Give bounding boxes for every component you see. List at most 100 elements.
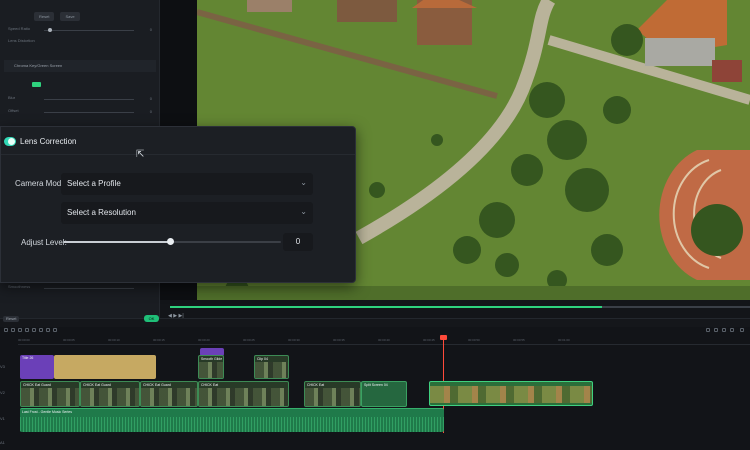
clip-label: CHICK Eat Guard	[83, 383, 111, 387]
property-value: 0	[149, 96, 152, 101]
settings-icon[interactable]	[730, 328, 734, 332]
property-row[interactable]: Smoothness	[8, 284, 152, 292]
property-row[interactable]: Speed Ratio 0	[8, 26, 152, 34]
clip-thumbnails	[199, 388, 288, 406]
more-icon[interactable]	[740, 328, 744, 332]
playhead-handle[interactable]	[440, 335, 447, 340]
playback-progress-remaining[interactable]	[602, 306, 750, 308]
track-header-a1[interactable]: A1	[0, 440, 18, 445]
player-bar	[160, 300, 750, 318]
camera-profile-value: Select a Profile	[67, 179, 121, 188]
lens-correction-toggle[interactable]	[4, 137, 16, 146]
timeline-ruler[interactable]: 00:00:00 00:00:05 00:00:10 00:00:15 00:00:20…	[18, 337, 750, 345]
timeline-toolbar	[0, 318, 750, 327]
video-clip[interactable]: CHICK Eat	[304, 381, 361, 407]
adjust-level-knob[interactable]	[166, 238, 174, 245]
property-value: 0	[149, 109, 152, 114]
property-label: Offset	[8, 108, 19, 113]
ruler-tick: 00:00:20	[198, 338, 210, 342]
color-icon[interactable]	[53, 328, 57, 332]
lens-correction-title: Lens Correction	[20, 137, 77, 146]
fit-icon[interactable]	[722, 328, 726, 332]
clip-thumbnails	[430, 386, 592, 403]
undo-icon[interactable]	[4, 328, 8, 332]
ruler-tick: 00:00:15	[153, 338, 165, 342]
mouse-cursor-icon: ⇱	[136, 149, 145, 160]
clip-label: CHICK Eat Guard	[23, 383, 51, 387]
audio-waveform	[20, 417, 444, 432]
edit-tools-row	[0, 327, 750, 335]
playback-progress[interactable]	[170, 306, 602, 308]
ruler-tick: 00:00:25	[243, 338, 255, 342]
section-toggle[interactable]	[32, 82, 41, 87]
clip-thumbnails	[21, 388, 79, 406]
clip-thumbnails	[199, 362, 223, 378]
clip-label: CHICK Eat	[201, 383, 219, 387]
clip-thumbnails	[81, 388, 139, 406]
adjust-level-slider[interactable]	[63, 238, 281, 245]
property-value: 0	[149, 27, 152, 32]
property-row[interactable]: Lens Distortion	[8, 38, 152, 46]
split-icon[interactable]	[25, 328, 29, 332]
lens-correction-panel: Lens Correction ⇱ Camera Model: Select a…	[0, 126, 356, 283]
video-clip[interactable]: CHICK Eat Guard	[140, 381, 198, 407]
chevron-down-icon: ⌄	[300, 207, 307, 216]
clip-label: Split Screen 04	[364, 383, 388, 387]
clip-label: CHICK Eat	[307, 383, 325, 387]
ruler-tick: 00:00:00	[18, 338, 30, 342]
slider-knob[interactable]	[48, 28, 52, 32]
ruler-tick: 00:00:55	[513, 338, 525, 342]
zoom-in-icon[interactable]	[714, 328, 718, 332]
chevron-down-icon: ⌄	[300, 178, 307, 187]
clip-thumbnails	[141, 388, 197, 406]
crop-icon[interactable]	[32, 328, 36, 332]
clip-thumbnails	[255, 362, 288, 378]
resolution-select[interactable]: Select a Resolution ⌄	[61, 202, 313, 224]
property-label: Lens Distortion	[8, 38, 35, 43]
property-row[interactable]: Blur 0	[8, 95, 152, 103]
speed-icon[interactable]	[46, 328, 50, 332]
property-slider[interactable]	[44, 112, 134, 113]
toolbar-reset-button[interactable]: Reset	[3, 316, 20, 322]
adjust-level-fill	[63, 241, 170, 243]
title-clip[interactable]: Title 26	[20, 355, 54, 379]
video-clip[interactable]: CHICK Eat	[198, 381, 289, 407]
ruler-tick: 00:00:35	[333, 338, 345, 342]
ruler-tick: 00:01:00	[558, 338, 570, 342]
property-row[interactable]: Offset 0	[8, 108, 152, 116]
split-screen-clip[interactable]: Split Screen 04	[361, 381, 407, 407]
clip-label: Title 26	[22, 356, 34, 360]
ok-button[interactable]: OK	[144, 315, 159, 322]
section-header[interactable]: Chroma Key/Green Screen	[4, 60, 156, 72]
save-button[interactable]: Save	[60, 12, 80, 21]
adjust-level-input[interactable]: 0	[283, 233, 313, 251]
effect-clip[interactable]: Smooth Glide	[198, 355, 224, 379]
track-header-v2[interactable]: V2	[0, 390, 18, 395]
text-icon[interactable]	[39, 328, 43, 332]
clip-label: Last Frost - Gentle Music Series	[22, 410, 72, 414]
ruler-tick: 00:00:40	[378, 338, 390, 342]
delete-icon[interactable]	[18, 328, 22, 332]
redo-icon[interactable]	[11, 328, 15, 332]
reset-button[interactable]: Reset	[34, 12, 55, 21]
ruler-tick: 00:00:30	[288, 338, 300, 342]
ruler-tick: 00:00:05	[63, 338, 75, 342]
overlay-clip[interactable]	[54, 355, 156, 379]
audio-clip[interactable]: Last Frost - Gentle Music Series	[20, 408, 444, 432]
video-clip[interactable]: Clip 04	[254, 355, 289, 379]
clip-label: Smooth Glide	[201, 357, 223, 361]
ruler-tick: 00:00:45	[423, 338, 435, 342]
video-clip[interactable]: CHICK Eat Guard	[20, 381, 80, 407]
selected-video-clip[interactable]	[429, 381, 593, 406]
track-header-v1[interactable]: V1	[0, 416, 18, 421]
zoom-out-icon[interactable]	[706, 328, 710, 332]
camera-profile-select[interactable]: Select a Profile ⌄	[61, 173, 313, 195]
clip-label: Clip 04	[257, 357, 268, 361]
track-header-v3[interactable]: V3	[0, 364, 18, 369]
property-slider[interactable]	[44, 288, 134, 289]
property-slider[interactable]	[44, 30, 134, 31]
video-clip[interactable]: CHICK Eat Guard	[80, 381, 140, 407]
property-label: Smoothness	[8, 284, 31, 289]
lens-correction-header: Lens Correction	[1, 127, 355, 155]
property-slider[interactable]	[44, 99, 134, 100]
